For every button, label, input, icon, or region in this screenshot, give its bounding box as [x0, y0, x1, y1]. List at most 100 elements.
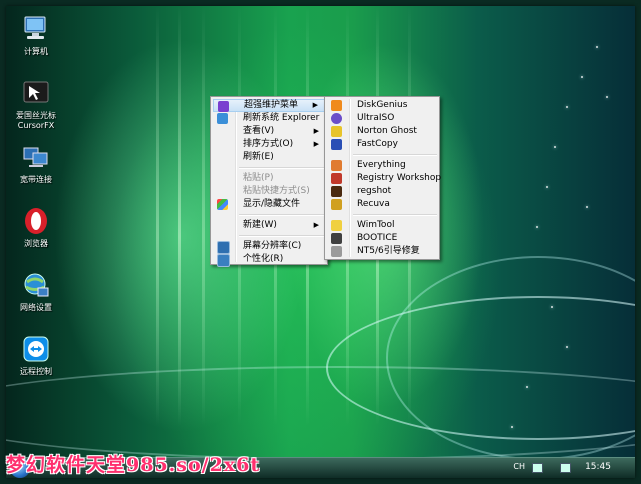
- light-streak: [202, 6, 205, 426]
- light-streak: [156, 6, 159, 426]
- teamviewer-icon: [21, 334, 51, 364]
- ultraiso-icon: [331, 113, 342, 124]
- submenu-item-registry-workshop[interactable]: Registry Workshop: [327, 172, 441, 185]
- windows-flag-icon: [217, 199, 228, 210]
- bootice-icon: [331, 233, 342, 244]
- sparkle: [554, 146, 556, 148]
- menu-separator: [239, 235, 325, 237]
- sparkle: [606, 96, 608, 98]
- cursorfx-icon: [21, 78, 51, 108]
- submenu-item-bootice[interactable]: BOOTICE: [327, 232, 437, 245]
- opera-icon: [21, 206, 51, 236]
- menu-separator: [353, 154, 437, 156]
- watermark-text: 梦幻软件天堂985.so/2x6t: [6, 454, 261, 476]
- network-icon: [21, 270, 51, 300]
- menu-item-label: 刷新(E): [243, 152, 274, 162]
- submenu-item-norton-ghost[interactable]: Norton Ghost: [327, 125, 437, 138]
- language-indicator[interactable]: CH: [513, 462, 525, 471]
- desktop-icon-label: 计算机: [24, 47, 48, 56]
- menu-item-label: BOOTICE: [357, 233, 398, 243]
- boot-repair-icon: [331, 246, 342, 257]
- desktop-icon-cursorfx[interactable]: 爱国丝光标 CursorFX: [6, 78, 66, 131]
- submenu-item-nt-boot-repair[interactable]: NT5/6引导修复: [327, 245, 437, 258]
- menu-item-paste: 粘贴(P): [213, 172, 325, 185]
- submenu-item-recuva[interactable]: Recuva: [327, 198, 437, 211]
- menu-item-label: 查看(V): [243, 126, 275, 136]
- computer-icon: [21, 14, 51, 44]
- submenu-item-fastcopy[interactable]: FastCopy: [327, 138, 437, 151]
- submenu-arrow-icon: ▶: [313, 140, 319, 148]
- menu-item-label: NT5/6引导修复: [357, 246, 420, 256]
- menu-separator: [353, 214, 437, 216]
- menu-item-label: 排序方式(O): [243, 139, 294, 149]
- menu-item-maintenance[interactable]: 超强维护菜单 ▶: [213, 99, 325, 112]
- menu-item-label: regshot: [357, 186, 392, 196]
- submenu-arrow-icon: ▶: [313, 127, 319, 135]
- menu-item-sort[interactable]: 排序方式(O) ▶: [213, 138, 325, 151]
- sparkle: [546, 186, 548, 188]
- desktop-icon-label: 宽带连接: [20, 175, 52, 184]
- menu-item-label: 刷新系统 Explorer: [243, 113, 320, 123]
- menu-item-refresh-explorer[interactable]: 刷新系统 Explorer: [213, 112, 325, 125]
- desktop-icon-label: 浏览器: [24, 239, 48, 248]
- desktop-icon-network[interactable]: 网络设置: [6, 270, 66, 313]
- tray-device-icon[interactable]: [532, 463, 543, 473]
- diskgenius-icon: [331, 100, 342, 111]
- menu-item-paste-shortcut: 粘贴快捷方式(S): [213, 185, 325, 198]
- registry-workshop-icon: [331, 173, 342, 184]
- desktop-icon-label: 网络设置: [20, 303, 52, 312]
- fastcopy-icon: [331, 139, 342, 150]
- menu-item-new[interactable]: 新建(W) ▶: [213, 219, 325, 232]
- tray-network-icon[interactable]: [560, 463, 571, 473]
- menu-item-label: WimTool: [357, 220, 395, 230]
- refresh-icon: [217, 113, 228, 124]
- desktop: 计算机 爱国丝光标 CursorFX 宽带连接 浏览器 网络设置 远程控制 超强…: [6, 6, 635, 478]
- menu-item-label: Recuva: [357, 199, 390, 209]
- menu-item-resolution[interactable]: 屏幕分辨率(C): [213, 240, 325, 254]
- menu-item-label: DiskGenius: [357, 100, 408, 110]
- menu-item-label: Everything: [357, 160, 406, 170]
- submenu-item-wimtool[interactable]: WimTool: [327, 219, 437, 232]
- regshot-icon: [331, 186, 342, 197]
- personalize-icon: [217, 254, 230, 267]
- sparkle: [596, 46, 598, 48]
- light-wave: [6, 366, 635, 460]
- menu-item-label: UltraISO: [357, 113, 395, 123]
- desktop-icon-browser[interactable]: 浏览器: [6, 206, 66, 249]
- menu-item-toggle-hidden[interactable]: 显示/隐藏文件: [213, 198, 325, 211]
- submenu-item-diskgenius[interactable]: DiskGenius: [327, 99, 437, 112]
- desktop-icon-broadband[interactable]: 宽带连接: [6, 142, 66, 185]
- sparkle: [581, 76, 583, 78]
- menu-item-personalize[interactable]: 个性化(R): [213, 253, 325, 267]
- menu-item-refresh[interactable]: 刷新(E): [213, 151, 325, 164]
- menu-item-view[interactable]: 查看(V) ▶: [213, 125, 325, 138]
- menu-item-label: 超强维护菜单: [244, 100, 299, 110]
- desktop-icon-label: 爱国丝光标 CursorFX: [16, 111, 56, 130]
- menu-item-label: 粘贴快捷方式(S): [243, 186, 310, 196]
- wimtool-icon: [331, 220, 342, 231]
- menu-item-label: 新建(W): [243, 220, 277, 230]
- menu-item-label: Registry Workshop: [357, 173, 442, 183]
- menu-item-label: FastCopy: [357, 139, 398, 149]
- sparkle: [526, 386, 528, 388]
- sparkle: [566, 346, 568, 348]
- menu-item-label: 个性化(R): [243, 254, 284, 264]
- desktop-icon-remote[interactable]: 远程控制: [6, 334, 66, 377]
- sparkle: [536, 226, 538, 228]
- menu-item-label: 显示/隐藏文件: [243, 199, 301, 209]
- recuva-icon: [331, 199, 342, 210]
- maintenance-icon: [218, 101, 229, 112]
- sparkle: [586, 206, 588, 208]
- sparkle: [551, 306, 553, 308]
- submenu-item-ultraiso[interactable]: UltraISO: [327, 112, 437, 125]
- broadband-icon: [21, 142, 51, 172]
- light-streak: [178, 6, 181, 426]
- ghost-icon: [331, 126, 342, 137]
- submenu-arrow-icon: ▶: [313, 221, 319, 229]
- submenu-item-regshot[interactable]: regshot: [327, 185, 437, 198]
- submenu-item-everything[interactable]: Everything: [327, 159, 437, 172]
- desktop-icon-computer[interactable]: 计算机: [6, 14, 66, 57]
- clock[interactable]: 15:45: [585, 462, 611, 472]
- sparkle: [566, 106, 568, 108]
- menu-item-label: 屏幕分辨率(C): [243, 241, 302, 251]
